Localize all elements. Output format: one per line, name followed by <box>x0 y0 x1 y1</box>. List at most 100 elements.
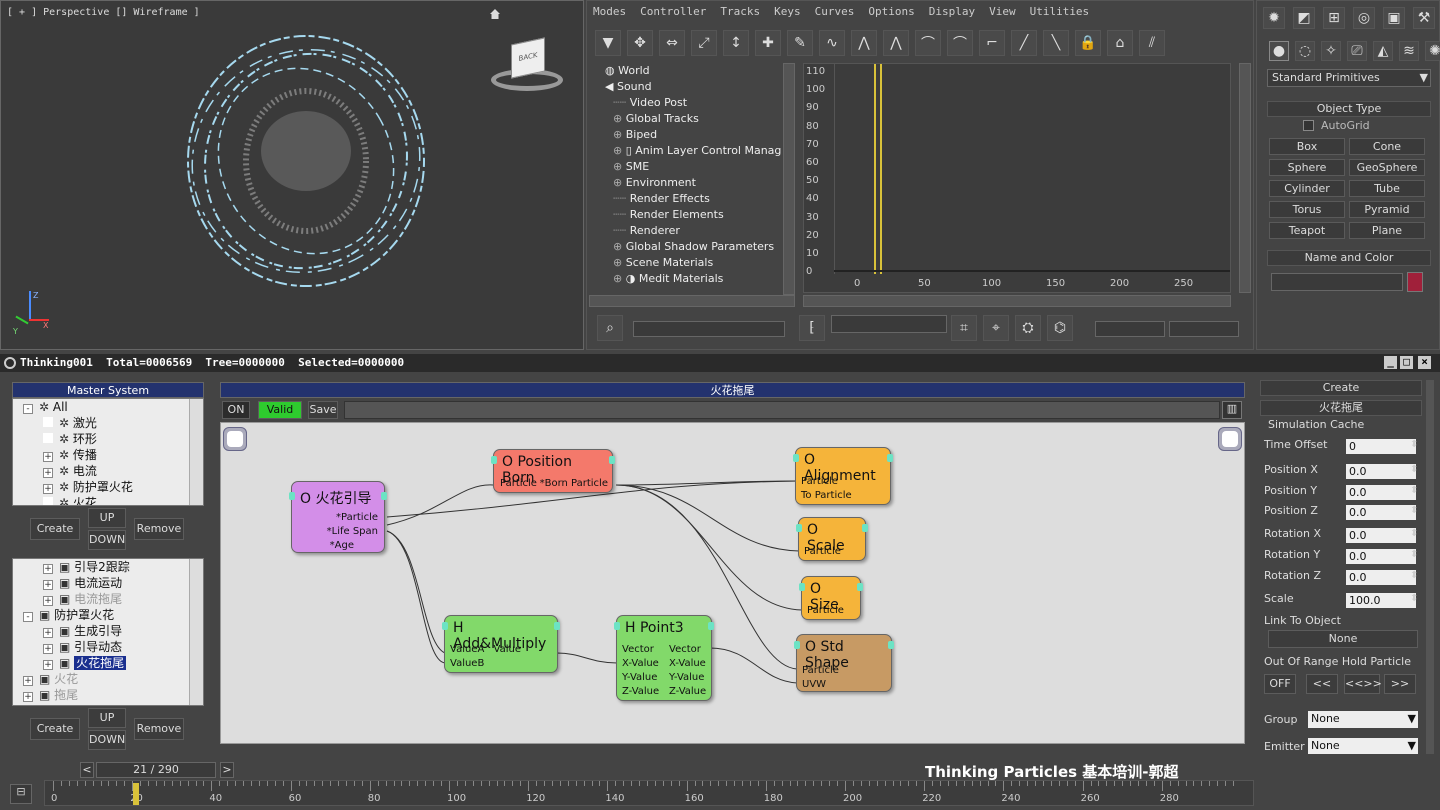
list-item[interactable]: + ▣ 电流运动 <box>13 575 203 591</box>
tree-scrollbar[interactable] <box>783 63 795 295</box>
tree-item[interactable]: ┄┄ Render Effects <box>601 191 781 207</box>
range-next-button[interactable]: >> <box>1384 674 1416 694</box>
frame-dropdown[interactable] <box>831 315 947 333</box>
primitive-pyramid-button[interactable]: Pyramid <box>1349 201 1425 218</box>
list-scrollbar[interactable] <box>189 559 203 705</box>
list-item[interactable]: + ▣ 火花 <box>13 671 203 687</box>
prev-frame-button[interactable]: < <box>80 762 94 778</box>
port-connector[interactable] <box>609 456 615 464</box>
scale-values-icon[interactable]: ↕ <box>723 30 749 56</box>
name-color-rollout[interactable]: Name and Color <box>1267 250 1431 266</box>
tree-item[interactable]: ⊕ Biped <box>601 127 781 143</box>
port-connector[interactable] <box>857 583 863 591</box>
props-rollout[interactable]: 火花拖尾 <box>1260 400 1422 416</box>
minimize-icon[interactable]: _ <box>1384 356 1397 369</box>
zoom-region-icon[interactable]: ⌬ <box>1047 315 1073 341</box>
port-connector[interactable] <box>794 641 800 649</box>
tangent-smooth-icon[interactable]: ╲ <box>1043 30 1069 56</box>
tree-item[interactable]: ⊕ ◑ Medit Materials <box>601 271 781 287</box>
std-shape-node[interactable]: O Std Shape Particle UVW <box>794 634 894 692</box>
menu-item[interactable]: Modes <box>593 5 626 23</box>
helpers-icon[interactable]: ◭ <box>1373 41 1393 61</box>
tangent-auto-icon[interactable]: ⋀ <box>851 30 877 56</box>
dyn-create-button[interactable]: Create <box>30 718 80 740</box>
port-connector[interactable] <box>381 492 387 500</box>
port-connector[interactable] <box>796 524 802 532</box>
list-item[interactable]: - ▣ 防护罩火花 <box>13 607 203 623</box>
dyn-up-button[interactable]: UP <box>88 708 126 728</box>
dyn-remove-button[interactable]: Remove <box>134 718 184 740</box>
expand-icon[interactable]: + <box>43 468 53 478</box>
primitive-torus-button[interactable]: Torus <box>1269 201 1345 218</box>
select-by-name-icon[interactable]: ⁅ <box>799 315 825 341</box>
spinner-arrows-icon[interactable]: ⬍ <box>1410 439 1418 450</box>
spinner-arrows-icon[interactable]: ⬍ <box>1410 549 1418 560</box>
object-type-rollout[interactable]: Object Type <box>1267 101 1431 117</box>
cameras-icon[interactable]: ⎚ <box>1347 41 1367 61</box>
expand-icon[interactable]: + <box>43 596 53 606</box>
list-item[interactable]: + ▣ 生成引导 <box>13 623 203 639</box>
prop-spinner-field[interactable]: 0.0 <box>1346 464 1416 479</box>
props-scrollbar[interactable] <box>1426 380 1434 754</box>
link-object-button[interactable]: None <box>1268 630 1418 648</box>
primitive-plane-button[interactable]: Plane <box>1349 222 1425 239</box>
expand-icon[interactable]: + <box>43 484 53 494</box>
tree-item[interactable]: ⊕ Global Tracks <box>601 111 781 127</box>
menu-item[interactable]: View <box>989 5 1016 23</box>
list-item[interactable]: + ▣ 引导2跟踪 <box>13 559 203 575</box>
graph-header[interactable]: 火花拖尾 <box>220 382 1245 398</box>
menu-item[interactable]: Options <box>868 5 914 23</box>
tree-item[interactable]: ◍ World <box>601 63 781 79</box>
expand-icon[interactable]: ⊕ <box>613 144 626 157</box>
size-node[interactable]: O Size Particle <box>799 576 863 620</box>
next-frame-button[interactable]: > <box>220 762 234 778</box>
master-down-button[interactable]: DOWN <box>88 530 126 550</box>
timeline-ruler[interactable]: 020406080100120140160180200220240260280 <box>44 780 1254 806</box>
port-connector[interactable] <box>887 454 893 462</box>
collapse-icon[interactable]: - <box>23 404 33 414</box>
point3-node[interactable]: H Point3 Vector X-Value Y-Value Z-Value … <box>614 615 714 701</box>
track-name-field[interactable] <box>633 321 785 337</box>
range-off-button[interactable]: OFF <box>1264 674 1296 694</box>
curve-editor-graph[interactable]: 110 100 90 80 70 60 50 40 30 20 10 0 0 50 100 150 200 25… <box>803 63 1231 293</box>
guide-node[interactable]: O 火花引导 *Particle *Life Span *Age <box>289 481 387 553</box>
list-item[interactable]: + ▣ 引导动态 <box>13 639 203 655</box>
create-rollout[interactable]: Create <box>1260 380 1422 396</box>
curve-vscrollbar[interactable] <box>1239 63 1251 293</box>
home-icon[interactable] <box>490 9 500 19</box>
master-up-button[interactable]: UP <box>88 508 126 528</box>
autogrid-checkbox[interactable] <box>1303 120 1314 131</box>
filter-icon[interactable]: ▼ <box>595 30 621 56</box>
expand-icon[interactable]: + <box>23 676 33 686</box>
prop-spinner-field[interactable]: 0.0 <box>1346 528 1416 543</box>
primitive-sphere-button[interactable]: Sphere <box>1269 159 1345 176</box>
tree-item[interactable]: ⊕ SME <box>601 159 781 175</box>
lock-tangents-icon[interactable]: 🔒 <box>1075 30 1101 56</box>
port-connector[interactable] <box>491 456 497 464</box>
slide-keys-icon[interactable]: ⇔ <box>659 30 685 56</box>
time-slider[interactable]: 21 / 290 <box>96 762 216 778</box>
prop-spinner-field[interactable]: 0.0 <box>1346 485 1416 500</box>
viewport-label[interactable]: [ + ] Perspective [] Wireframe ] <box>7 7 200 18</box>
tangent-linear-icon[interactable]: ╱ <box>1011 30 1037 56</box>
prop-spinner-field[interactable]: 100.0 <box>1346 593 1416 608</box>
tangent-fast-icon[interactable]: ⌒ <box>915 30 941 56</box>
expand-icon[interactable]: ⊕ <box>613 240 626 253</box>
close-icon[interactable]: × <box>1418 356 1431 369</box>
expand-icon[interactable]: + <box>43 660 53 670</box>
menu-item[interactable]: Utilities <box>1030 5 1090 23</box>
port-connector[interactable] <box>862 524 868 532</box>
list-item[interactable]: + ▣ 拖尾 <box>13 687 203 703</box>
tree-item[interactable]: ⊕ ▯ Anim Layer Control Manager <box>601 143 781 159</box>
port-connector[interactable] <box>888 641 894 649</box>
tree-item[interactable]: ┄┄ Video Post <box>601 95 781 111</box>
zoom-extents-icon[interactable]: ⛭ <box>1015 315 1041 341</box>
tree-item[interactable]: ◀ Sound <box>601 79 781 95</box>
object-name-field[interactable] <box>1271 273 1403 291</box>
spinner-arrows-icon[interactable]: ⬍ <box>1410 528 1418 539</box>
curve-hscrollbar[interactable] <box>803 295 1231 307</box>
zoom-selected-icon[interactable]: ⌕ <box>597 315 623 341</box>
controller-tree[interactable]: ◍ World ◀ Sound ┄┄ Video Post ⊕ Global Trac… <box>601 63 781 295</box>
port-connector[interactable] <box>799 583 805 591</box>
spinner-arrows-icon[interactable]: ⬍ <box>1410 570 1418 581</box>
